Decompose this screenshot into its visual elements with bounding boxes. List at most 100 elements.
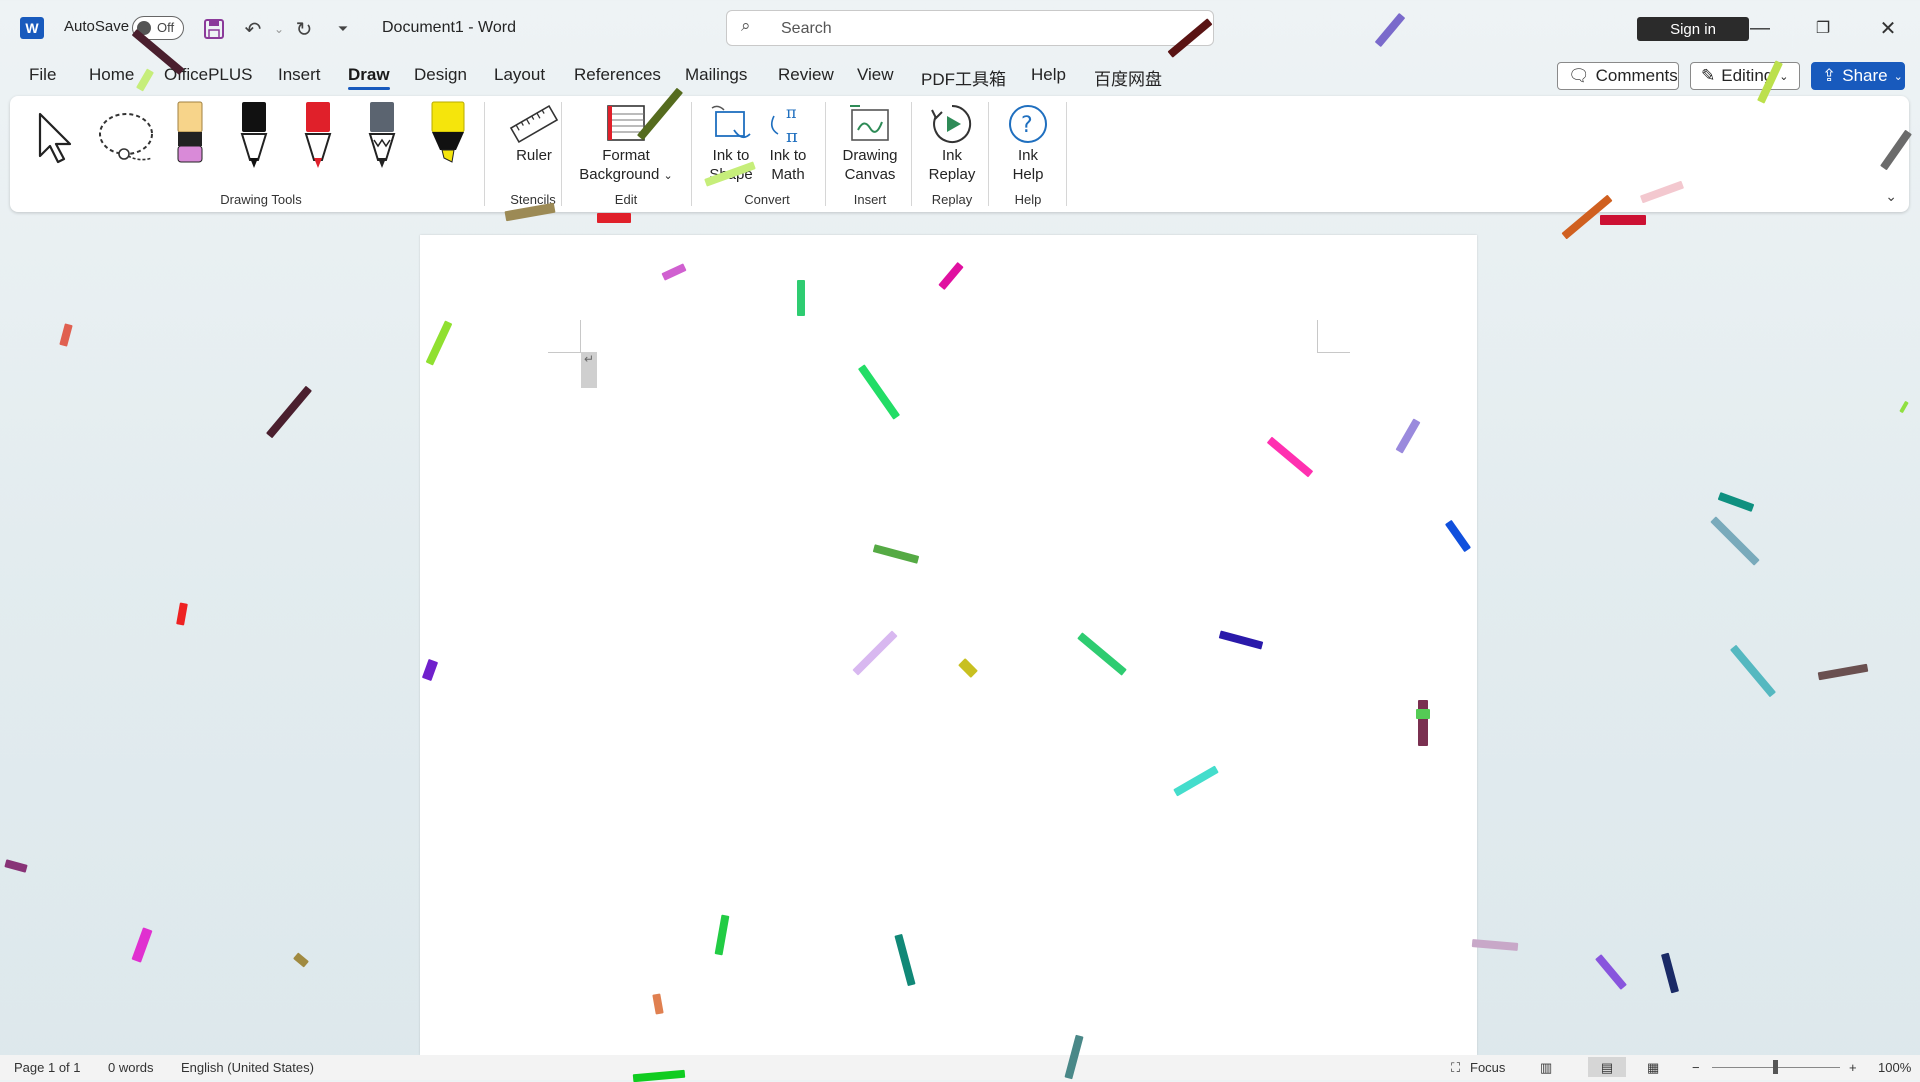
confetti-piece <box>1416 709 1430 719</box>
pencil-tool-icon[interactable] <box>172 100 208 175</box>
focus-icon[interactable]: ⛶ <box>1451 1060 1460 1076</box>
zoom-out-icon[interactable]: − <box>1692 1060 1700 1075</box>
search-placeholder: Search <box>781 20 832 37</box>
autosave-label: AutoSave <box>64 18 130 35</box>
tab-references[interactable]: References <box>574 65 661 85</box>
confetti-piece <box>59 323 73 347</box>
autosave-state: Off <box>157 20 175 35</box>
confetti-piece <box>1660 952 1680 994</box>
ink-help-line-2: Help <box>1012 166 1044 183</box>
highlighter-icon[interactable] <box>428 100 468 175</box>
drawing-canvas-icon[interactable] <box>848 102 892 151</box>
separator <box>561 102 562 206</box>
tab-draw[interactable]: Draw <box>348 65 390 90</box>
draw-ribbon: Drawing Tools Ruler Stencils Format Back… <box>10 96 1909 212</box>
ink-to-shape-icon[interactable] <box>708 102 752 151</box>
pencil-icon: ✎ <box>1701 66 1716 85</box>
group-drawing-tools: Drawing Tools <box>220 192 302 207</box>
group-help: Help <box>1014 192 1042 207</box>
ink-to-shape-line-1: Ink to <box>712 147 750 164</box>
comments-button[interactable]: 🗨 Comments <box>1557 62 1679 90</box>
ink-to-math-label[interactable]: Ink to Math <box>755 146 821 184</box>
select-objects-icon[interactable] <box>36 112 80 169</box>
ruler-icon[interactable] <box>502 102 566 151</box>
zoom-in-icon[interactable]: + <box>1849 1060 1857 1075</box>
format-background-label[interactable]: Format Background ⌄ <box>566 146 686 186</box>
tab-pdf-tools[interactable]: PDF工具箱 <box>921 65 1006 90</box>
tab-help[interactable]: Help <box>1031 65 1066 85</box>
confetti-piece <box>1595 954 1627 990</box>
sign-in-button[interactable]: Sign in <box>1637 17 1749 41</box>
tab-file[interactable]: File <box>29 65 56 85</box>
svg-text:π: π <box>786 103 797 122</box>
print-layout-icon[interactable]: ▤ <box>1588 1057 1626 1077</box>
status-bar: Page 1 of 1 0 words English (United Stat… <box>0 1055 1920 1080</box>
tab-view[interactable]: View <box>857 65 894 85</box>
separator <box>988 102 989 206</box>
search-icon: ⌕ <box>741 16 751 35</box>
format-background-line-1: Format <box>602 147 650 164</box>
redo-icon[interactable]: ↻ <box>291 16 317 42</box>
confetti-piece <box>1471 939 1519 951</box>
page-count[interactable]: Page 1 of 1 <box>14 1060 81 1075</box>
red-pen-icon[interactable] <box>300 100 336 175</box>
restore-icon[interactable]: ❐ <box>1803 12 1843 44</box>
tab-baidu-netdisk[interactable]: 百度网盘 <box>1094 65 1162 90</box>
tab-home[interactable]: Home <box>89 65 134 85</box>
group-replay: Replay <box>931 192 973 207</box>
ink-replay-line-2: Replay <box>928 166 976 183</box>
confetti-piece <box>1730 644 1776 698</box>
tab-review[interactable]: Review <box>778 65 834 85</box>
separator <box>1066 102 1067 206</box>
editing-mode-button[interactable]: ✎ Editing ⌄ <box>1690 62 1800 90</box>
format-background-icon[interactable] <box>604 100 648 149</box>
share-button[interactable]: ⇪ Share ⌄ <box>1811 62 1905 90</box>
search-box[interactable]: ⌕ Search <box>726 10 1214 46</box>
ink-to-math-icon[interactable]: ππ <box>766 102 810 151</box>
chevron-down-icon: ⌄ <box>1893 70 1903 83</box>
zoom-level[interactable]: 100% <box>1878 1060 1911 1075</box>
group-edit: Edit <box>614 192 638 207</box>
confetti-piece <box>131 927 153 963</box>
save-icon[interactable] <box>201 16 227 42</box>
drawing-canvas-label[interactable]: Drawing Canvas <box>830 146 910 184</box>
confetti-piece <box>597 213 631 223</box>
title-bar: W AutoSave Off ↶ ⌄ ↻ ⏷ Document1 - Word … <box>0 0 1920 58</box>
zoom-slider-thumb[interactable] <box>1773 1060 1778 1074</box>
tab-layout[interactable]: Layout <box>494 65 545 85</box>
collapse-ribbon-icon[interactable]: ⌄ <box>1885 188 1897 205</box>
confetti-piece <box>1899 400 1909 414</box>
tab-design[interactable]: Design <box>414 65 467 85</box>
document-page[interactable]: ↵ <box>420 235 1477 1055</box>
web-layout-icon[interactable]: ▦ <box>1647 1060 1659 1076</box>
undo-dropdown-icon[interactable]: ⌄ <box>266 16 292 42</box>
word-logo-icon: W <box>20 17 44 39</box>
svg-text:?: ? <box>1021 113 1033 138</box>
group-convert: Convert <box>744 192 790 207</box>
ink-replay-label[interactable]: Ink Replay <box>916 146 988 184</box>
ink-replay-icon[interactable] <box>930 102 974 151</box>
ink-help-label[interactable]: Ink Help <box>996 146 1060 184</box>
black-pen-icon[interactable] <box>236 100 272 175</box>
word-count[interactable]: 0 words <box>108 1060 154 1075</box>
comment-icon: 🗨 <box>1568 66 1590 85</box>
focus-label[interactable]: Focus <box>1470 1060 1505 1075</box>
format-background-line-2: Background <box>579 166 660 183</box>
chevron-down-icon: ⌄ <box>1779 70 1789 83</box>
undo-icon[interactable]: ↶ <box>240 16 266 42</box>
tab-insert[interactable]: Insert <box>278 65 321 85</box>
gray-pen-icon[interactable] <box>364 100 400 175</box>
close-icon[interactable]: ✕ <box>1868 12 1908 44</box>
language-indicator[interactable]: English (United States) <box>181 1060 314 1075</box>
minimize-icon[interactable]: — <box>1740 12 1780 44</box>
confetti-piece <box>293 952 309 968</box>
confetti-piece <box>1717 492 1755 512</box>
tab-mailings[interactable]: Mailings <box>685 65 747 85</box>
customize-toolbar-icon[interactable]: ⏷ <box>330 16 356 42</box>
lasso-select-icon[interactable] <box>96 112 160 173</box>
ink-help-icon[interactable]: ? <box>1006 102 1050 151</box>
chevron-down-icon: ⌄ <box>663 170 673 182</box>
paragraph-mark-icon: ↵ <box>581 352 597 388</box>
read-mode-icon[interactable]: ▥ <box>1540 1060 1552 1076</box>
ink-to-math-line-2: Math <box>771 166 805 183</box>
